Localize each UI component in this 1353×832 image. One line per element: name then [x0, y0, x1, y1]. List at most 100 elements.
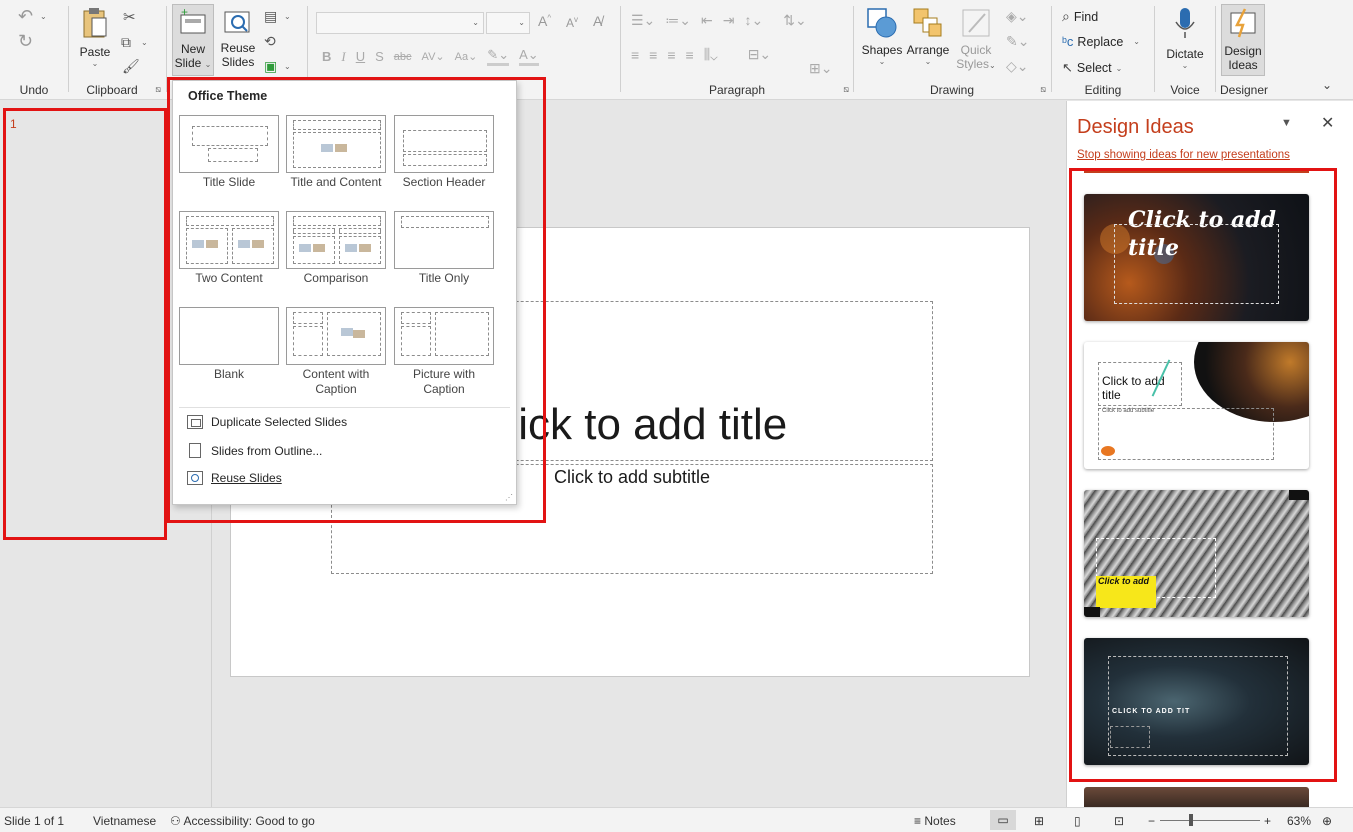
- section-icon[interactable]: ▣: [264, 58, 277, 75]
- copy-dropdown-icon[interactable]: ⌄: [141, 38, 148, 47]
- align-left-icon[interactable]: ≡: [631, 47, 639, 63]
- numbering-icon[interactable]: ≔⌄: [665, 12, 691, 29]
- design-ideas-button[interactable]: Design Ideas: [1221, 4, 1265, 76]
- resize-grip-icon[interactable]: ⋰: [505, 493, 513, 502]
- layout-title-and-content[interactable]: Title and Content: [286, 115, 386, 190]
- columns-icon[interactable]: ⫼⌄: [704, 46, 718, 63]
- dictate-button[interactable]: Dictate ⌄: [1163, 6, 1207, 70]
- shadow-s-icon[interactable]: S: [375, 49, 384, 64]
- layout-picture-with-caption[interactable]: Picture with Caption: [394, 307, 494, 397]
- font-name-combo[interactable]: ⌄: [316, 12, 484, 34]
- layout-comparison[interactable]: Comparison: [286, 211, 386, 286]
- arrange-button[interactable]: Arrange ⌄: [906, 6, 950, 66]
- change-case-icon[interactable]: Aa⌄: [455, 50, 478, 63]
- grow-font-icon[interactable]: A^: [538, 13, 551, 29]
- layout-content-with-caption[interactable]: Content with Caption: [286, 307, 386, 397]
- clear-format-icon[interactable]: A̸: [593, 13, 602, 29]
- layout-blank[interactable]: Blank: [179, 307, 279, 382]
- zoom-level[interactable]: 63%: [1287, 814, 1311, 828]
- designer-group-label: Designer: [1219, 83, 1269, 97]
- find-button[interactable]: ⌕ Find: [1062, 8, 1098, 25]
- slide-count: Slide 1 of 1: [4, 814, 65, 828]
- design-idea-card[interactable]: CLICK TO ADD TIT: [1084, 638, 1309, 765]
- char-spacing-icon[interactable]: AV⌄: [422, 50, 445, 63]
- redo-icon[interactable]: ↻: [18, 31, 33, 52]
- paste-button[interactable]: Paste ⌄: [75, 6, 115, 68]
- reuse-slides-item[interactable]: Reuse Slides: [187, 471, 282, 485]
- slideshow-icon[interactable]: ⊡: [1114, 814, 1124, 828]
- design-idea-card[interactable]: Click to add title: [1084, 194, 1309, 321]
- next-idea-card-partial[interactable]: [1084, 787, 1309, 807]
- font-size-combo[interactable]: ⌄: [486, 12, 530, 34]
- text-direction-icon[interactable]: ⇅⌄: [783, 12, 806, 29]
- shape-outline-icon[interactable]: ✎⌄: [1006, 33, 1029, 50]
- menu-header: Office Theme: [188, 89, 268, 103]
- copy-icon[interactable]: ⧉: [121, 34, 131, 51]
- quick-styles-button[interactable]: Quick Styles⌄: [954, 6, 998, 71]
- strikethrough-icon[interactable]: abc: [394, 51, 412, 63]
- new-slide-button[interactable]: + New Slide ⌄: [172, 4, 214, 76]
- align-center-icon[interactable]: ≡: [649, 47, 657, 63]
- shrink-font-icon[interactable]: Av: [566, 15, 578, 30]
- language-indicator[interactable]: Vietnamese: [93, 814, 156, 828]
- shapes-button[interactable]: Shapes ⌄: [860, 6, 904, 66]
- slides-from-outline-item[interactable]: Slides from Outline...: [187, 443, 322, 458]
- zoom-slider[interactable]: [1160, 820, 1260, 821]
- layout-dropdown-icon[interactable]: ⌄: [284, 12, 291, 21]
- zoom-out-icon[interactable]: −: [1148, 814, 1155, 828]
- layout-label: Title and Content: [290, 175, 382, 189]
- stop-showing-ideas-link[interactable]: Stop showing ideas for new presentations: [1077, 149, 1290, 161]
- select-button[interactable]: ↖ Select ⌄: [1062, 60, 1122, 76]
- line-spacing-icon[interactable]: ↕⌄: [744, 12, 763, 29]
- reading-view-icon[interactable]: ▯: [1074, 814, 1081, 828]
- layout-thumbnail: [286, 307, 386, 365]
- fit-to-window-icon[interactable]: ⊕: [1322, 814, 1332, 828]
- justify-icon[interactable]: ≡: [686, 47, 694, 63]
- shape-effects-icon[interactable]: ◇⌄: [1006, 58, 1029, 75]
- underline-icon[interactable]: U: [356, 49, 365, 64]
- cut-icon[interactable]: ✂: [123, 8, 136, 26]
- reset-icon[interactable]: ⟲: [264, 33, 276, 50]
- align-right-icon[interactable]: ≡: [667, 47, 675, 63]
- undo-icon[interactable]: ↶: [18, 6, 33, 27]
- accessibility-status[interactable]: ⚇ Accessibility: Good to go: [170, 814, 315, 828]
- layout-title-slide[interactable]: Title Slide: [179, 115, 279, 190]
- align-text-icon[interactable]: ⊟⌄: [748, 46, 771, 63]
- italic-icon[interactable]: I: [341, 49, 345, 65]
- smartart-icon[interactable]: ⊞⌄: [809, 60, 832, 77]
- close-icon[interactable]: ✕: [1321, 113, 1334, 133]
- clipboard-launcher-icon[interactable]: ⧅: [155, 84, 161, 95]
- design-idea-card[interactable]: Click to add title Click to add subtitle: [1084, 342, 1309, 469]
- zoom-in-icon[interactable]: +: [1264, 814, 1271, 828]
- design-idea-card[interactable]: Click to add: [1084, 490, 1309, 617]
- notes-button[interactable]: ≡ Notes: [914, 814, 956, 828]
- undo-dropdown-icon[interactable]: ⌄: [40, 12, 47, 21]
- shape-fill-icon[interactable]: ◈⌄: [1006, 8, 1029, 25]
- decrease-indent-icon[interactable]: ⇤: [701, 12, 713, 29]
- slide-sorter-icon[interactable]: ⊞: [1034, 814, 1044, 828]
- status-bar: Slide 1 of 1 Vietnamese ⚇ Accessibility:…: [0, 807, 1353, 832]
- quick-styles-label-2: Styles⌄: [956, 57, 996, 71]
- normal-view-icon[interactable]: ▭: [990, 810, 1016, 830]
- replace-button[interactable]: ᵇc Replace ⌄: [1062, 34, 1140, 49]
- drawing-launcher-icon[interactable]: ⧅: [1040, 84, 1046, 95]
- menu-divider: [179, 407, 510, 408]
- designer-group: Design Ideas Designer: [1216, 0, 1272, 100]
- bullets-icon[interactable]: ☰⌄: [631, 12, 655, 29]
- layout-section-header[interactable]: Section Header: [394, 115, 494, 190]
- reuse-slides-button[interactable]: Reuse Slides: [217, 8, 259, 69]
- section-dropdown-icon[interactable]: ⌄: [284, 62, 291, 71]
- pane-options-icon[interactable]: ▼: [1281, 117, 1292, 129]
- increase-indent-icon[interactable]: ⇥: [723, 12, 735, 29]
- collapse-ribbon-icon[interactable]: ⌄: [1322, 78, 1332, 92]
- duplicate-selected-slides-item[interactable]: Duplicate Selected Slides: [187, 415, 347, 429]
- highlight-color-icon[interactable]: ✎⌄: [487, 47, 510, 66]
- layout-two-content[interactable]: Two Content: [179, 211, 279, 286]
- layout-title-only[interactable]: Title Only: [394, 211, 494, 286]
- layout-icon[interactable]: ▤: [264, 8, 277, 25]
- zoom-slider-thumb[interactable]: [1189, 814, 1193, 826]
- paragraph-launcher-icon[interactable]: ⧅: [843, 84, 849, 95]
- format-painter-icon[interactable]: 🖌: [122, 58, 140, 75]
- bold-icon[interactable]: B: [322, 49, 331, 64]
- font-color-icon[interactable]: A⌄: [519, 47, 539, 66]
